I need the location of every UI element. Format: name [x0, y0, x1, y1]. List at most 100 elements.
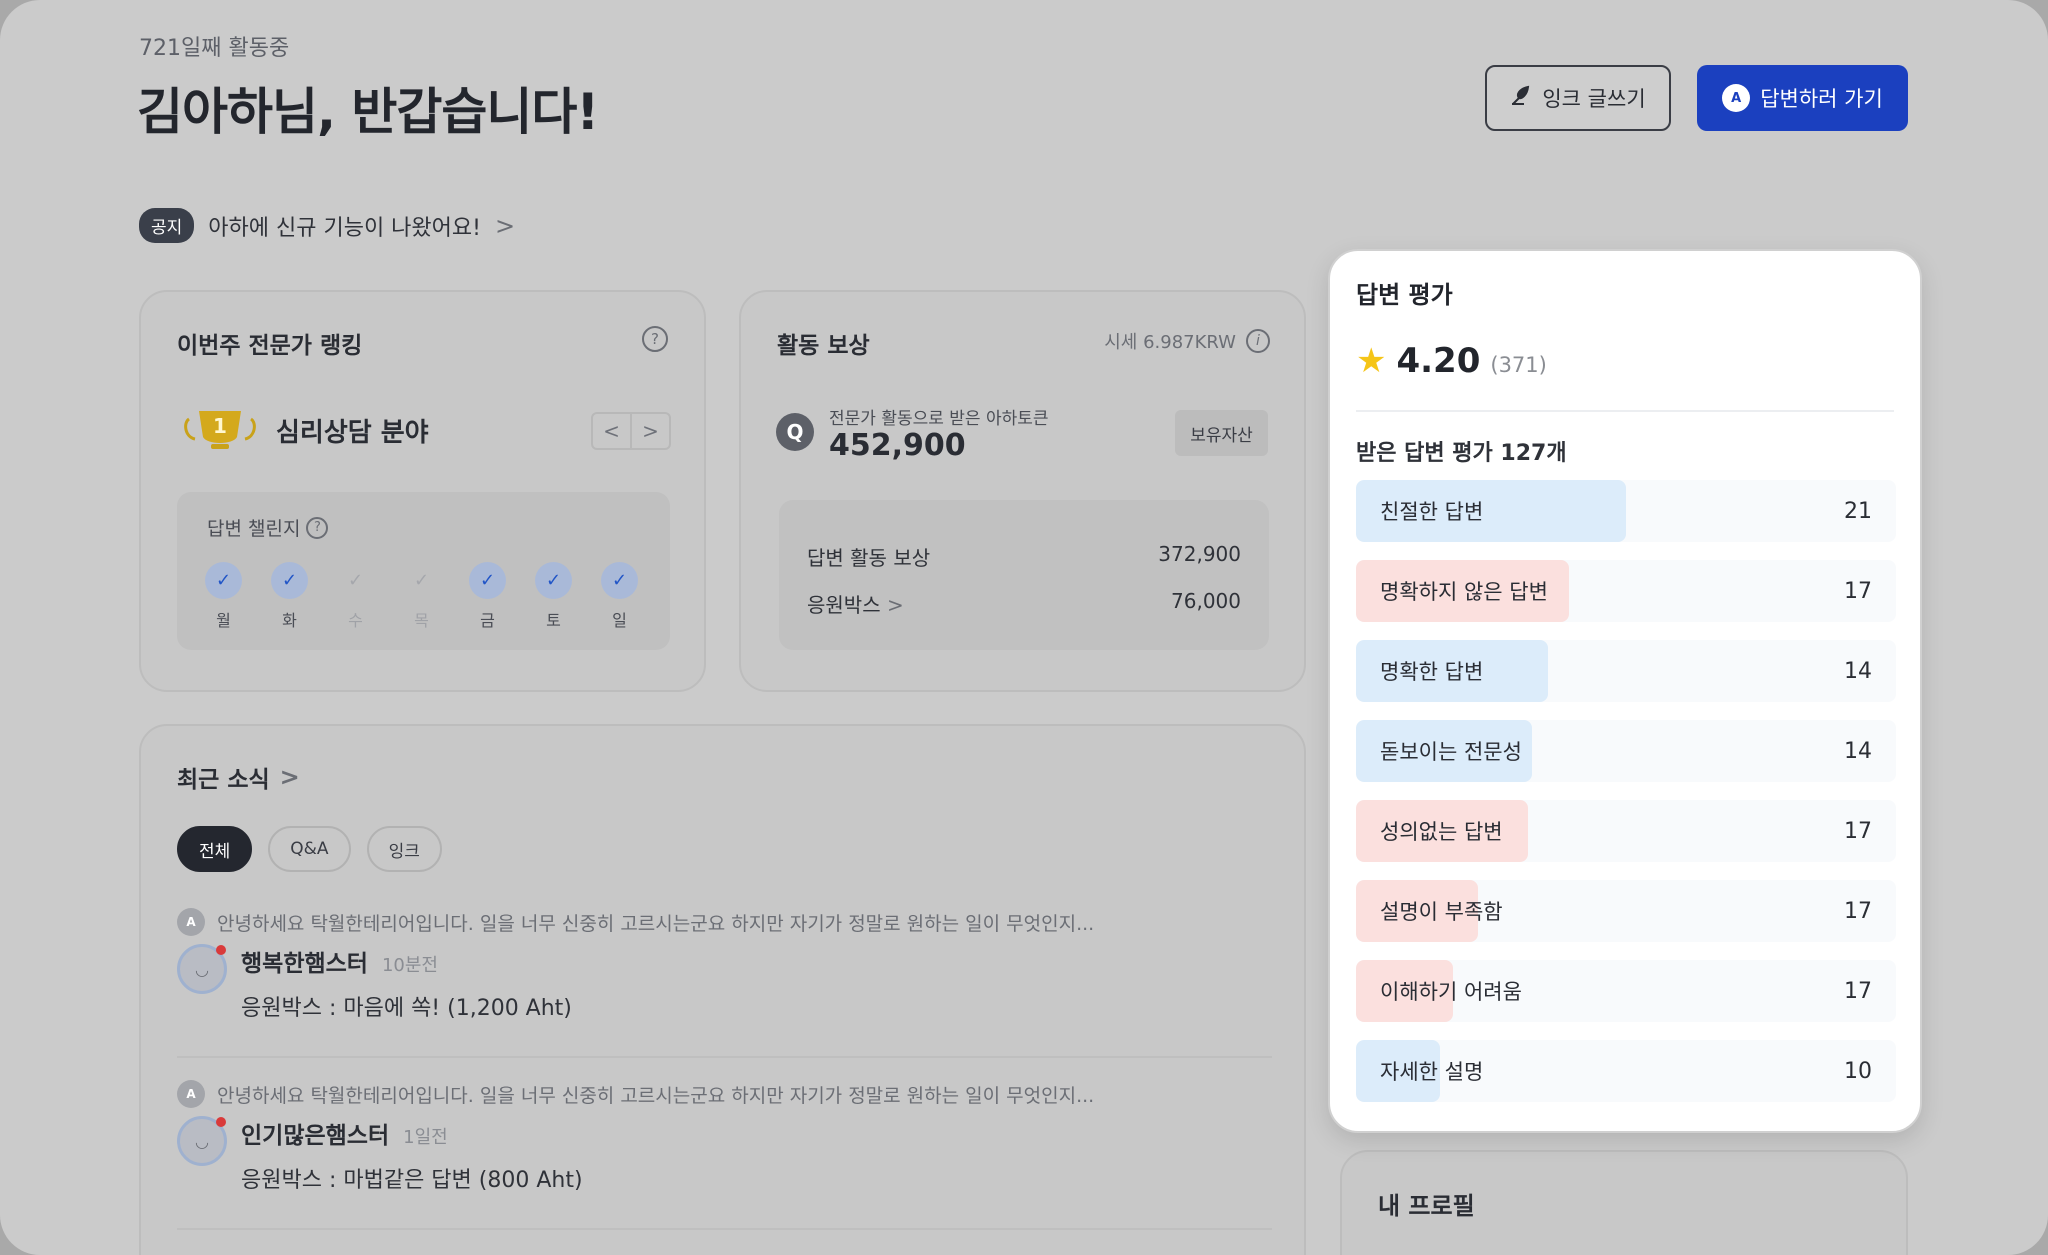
token-rate: 시세 6.987KRW i [1104, 328, 1270, 354]
chevron-right-icon: > [279, 763, 300, 791]
challenge-day: ✓ 금 [469, 562, 506, 631]
answer-a-icon: A [177, 1080, 205, 1108]
evaluation-bar-row: 돋보이는 전문성 14 [1356, 720, 1896, 782]
chevron-right-icon[interactable]: > [632, 414, 669, 448]
chevron-right-icon: > [494, 211, 516, 240]
notice-banner[interactable]: 공지 아하에 신규 기능이 나왔어요! > [139, 208, 515, 243]
evaluation-bar-count: 21 [1844, 498, 1872, 524]
evaluation-bar-count: 17 [1844, 978, 1872, 1004]
news-user: ◡ 인기많은햄스터 1일전 응원박스 : 마법같은 답변 (800 Aht) [177, 1116, 583, 1194]
rank-number: 1 [213, 414, 227, 438]
news-filter-chips: 전체 Q&A 잉크 [177, 826, 442, 872]
news-question-text: 안녕하세요 탁월한테리어입니다. 일을 너무 신중히 고르시는군요 하지만 자기… [217, 912, 1095, 935]
cheer-box-label: 응원박스 [807, 593, 881, 617]
holdings-button[interactable]: 보유자산 [1175, 410, 1268, 456]
quill-icon [1510, 85, 1532, 112]
evaluation-bar-row: 친절한 답변 21 [1356, 480, 1896, 542]
my-profile-card: 내 프로필 [1340, 1150, 1908, 1255]
news-item[interactable]: A 안녕하세요 탁월한테리어입니다. 일을 너무 신중히 고르시는군요 하지만 … [177, 908, 1272, 1021]
filter-chip[interactable]: 전체 [177, 826, 253, 872]
reward-row-label: 응원박스 > [807, 589, 904, 618]
evaluation-bar-label: 성의없는 답변 [1380, 820, 1503, 844]
challenge-day: ✓ 월 [205, 562, 242, 631]
check-icon: ✓ [469, 562, 506, 599]
ranking-pager: < > [591, 412, 671, 450]
chevron-right-icon: > [886, 593, 904, 617]
write-ink-button[interactable]: 잉크 글쓰기 [1485, 65, 1671, 131]
evaluation-bar-count: 14 [1844, 658, 1872, 684]
check-icon: ✓ [347, 570, 364, 591]
star-icon: ★ [1356, 341, 1387, 381]
challenge-day: ✓ 토 [535, 562, 572, 631]
filter-chip[interactable]: 잉크 [366, 826, 442, 872]
challenge-day: ✓ 일 [601, 562, 638, 631]
help-icon[interactable]: ? [642, 326, 668, 352]
news-username: 행복한햄스터 [241, 951, 368, 977]
recent-news-card: 최근 소식 > 전체 Q&A 잉크 A 안녕하세요 탁월한테리어입니다. 일을 너무… [139, 724, 1306, 1255]
evaluation-bar-row: 설명이 부족함 17 [1356, 880, 1896, 942]
unread-dot [216, 945, 226, 955]
news-user: ◡ 행복한햄스터 10분전 응원박스 : 마음에 쏙! (1,200 Aht) [177, 944, 572, 1022]
reward-breakdown: 답변 활동 보상 372,900 응원박스 > 76,000 [779, 500, 1269, 650]
news-time: 1일전 [403, 1127, 448, 1148]
recent-news-title[interactable]: 최근 소식 > [177, 760, 300, 794]
challenge-day-label: 월 [216, 611, 231, 630]
check-icon: ✓ [601, 562, 638, 599]
reward-title: 활동 보상 [777, 333, 870, 359]
ranking-field: 심리상담 분야 [276, 418, 429, 448]
token-value: 452,900 [829, 428, 966, 463]
greeting-title: 김아하님, 반갑습니다! [137, 83, 599, 141]
avatar: ◡ [177, 1116, 227, 1166]
evaluation-bar-row: 명확하지 않은 답변 17 [1356, 560, 1896, 622]
answer-evaluation-card: 답변 평가 ★ 4.20 (371) 받은 답변 평가 127개 친절한 답변 2… [1328, 249, 1922, 1133]
news-question-text: 안녕하세요 탁월한테리어입니다. 일을 너무 신중히 고르시는군요 하지만 자기… [217, 1084, 1095, 1107]
evaluation-bar-count: 17 [1844, 578, 1872, 604]
evaluation-bar-count: 17 [1844, 898, 1872, 924]
reward-row-label: 답변 활동 보상 [807, 546, 931, 570]
token-rate-text: 시세 6.987KRW [1104, 332, 1236, 353]
evaluation-bar-row: 자세한 설명 10 [1356, 1040, 1896, 1102]
evaluation-bar-count: 14 [1844, 738, 1872, 764]
evaluation-bar-count: 17 [1844, 818, 1872, 844]
challenge-day-label: 수 [348, 611, 363, 630]
evaluation-bar-label: 돋보이는 전문성 [1380, 740, 1522, 764]
check-icon: ✓ [535, 562, 572, 599]
news-time: 10분전 [381, 955, 438, 976]
avatar: ◡ [177, 944, 227, 994]
challenge-day-label: 토 [546, 611, 561, 630]
token-icon: Q [776, 413, 814, 451]
go-answer-button[interactable]: A 답변하러 가기 [1697, 65, 1908, 131]
recent-news-title-text: 최근 소식 [177, 767, 270, 793]
ranking-title: 이번주 전문가 랭킹 [177, 333, 363, 359]
write-ink-label: 잉크 글쓰기 [1542, 87, 1646, 111]
filter-chip[interactable]: Q&A [268, 826, 351, 872]
reward-row[interactable]: 응원박스 > 76,000 [807, 589, 1241, 618]
divider [177, 1056, 1272, 1058]
news-question: A 안녕하세요 탁월한테리어입니다. 일을 너무 신중히 고르시는군요 하지만 … [177, 908, 1272, 936]
check-icon: ✓ [205, 562, 242, 599]
challenge-label: 답변 챌린지 ? [207, 514, 329, 541]
challenge-day-label: 화 [282, 611, 297, 630]
answer-a-icon: A [177, 908, 205, 936]
notice-text: 아하에 신규 기능이 나왔어요! [208, 215, 481, 241]
news-message: 응원박스 : 마음에 쏙! (1,200 Aht) [241, 996, 572, 1021]
trophy-icon: 1 [184, 411, 256, 449]
news-message: 응원박스 : 마법같은 답변 (800 Aht) [241, 1168, 583, 1193]
evaluation-bar-label: 친절한 답변 [1380, 500, 1484, 524]
go-answer-label: 답변하러 가기 [1760, 87, 1883, 111]
divider [1356, 410, 1894, 412]
evaluation-bar-label: 자세한 설명 [1380, 1060, 1484, 1084]
challenge-day-label: 금 [480, 611, 495, 630]
rating-value: 4.20 [1396, 341, 1481, 381]
challenge-day: ✓ 화 [271, 562, 308, 631]
check-icon: ✓ [271, 562, 308, 599]
reward-row-value: 76,000 [1171, 589, 1241, 613]
help-icon[interactable]: ? [306, 516, 329, 539]
answer-challenge-box: 답변 챌린지 ? ✓ 월 ✓ 화 ✓ 수 ✓ 목 ✓ 금 ✓ 토 ✓ 일 [177, 492, 670, 650]
news-item[interactable]: A 안녕하세요 탁월한테리어입니다. 일을 너무 신중히 고르시는군요 하지만 … [177, 1080, 1272, 1193]
challenge-days: ✓ 월 ✓ 화 ✓ 수 ✓ 목 ✓ 금 ✓ 토 ✓ 일 [205, 562, 638, 631]
evaluation-bar-label: 명확한 답변 [1380, 660, 1484, 684]
chevron-left-icon[interactable]: < [593, 414, 632, 448]
info-icon[interactable]: i [1246, 329, 1270, 353]
evaluation-title: 답변 평가 [1356, 281, 1453, 309]
